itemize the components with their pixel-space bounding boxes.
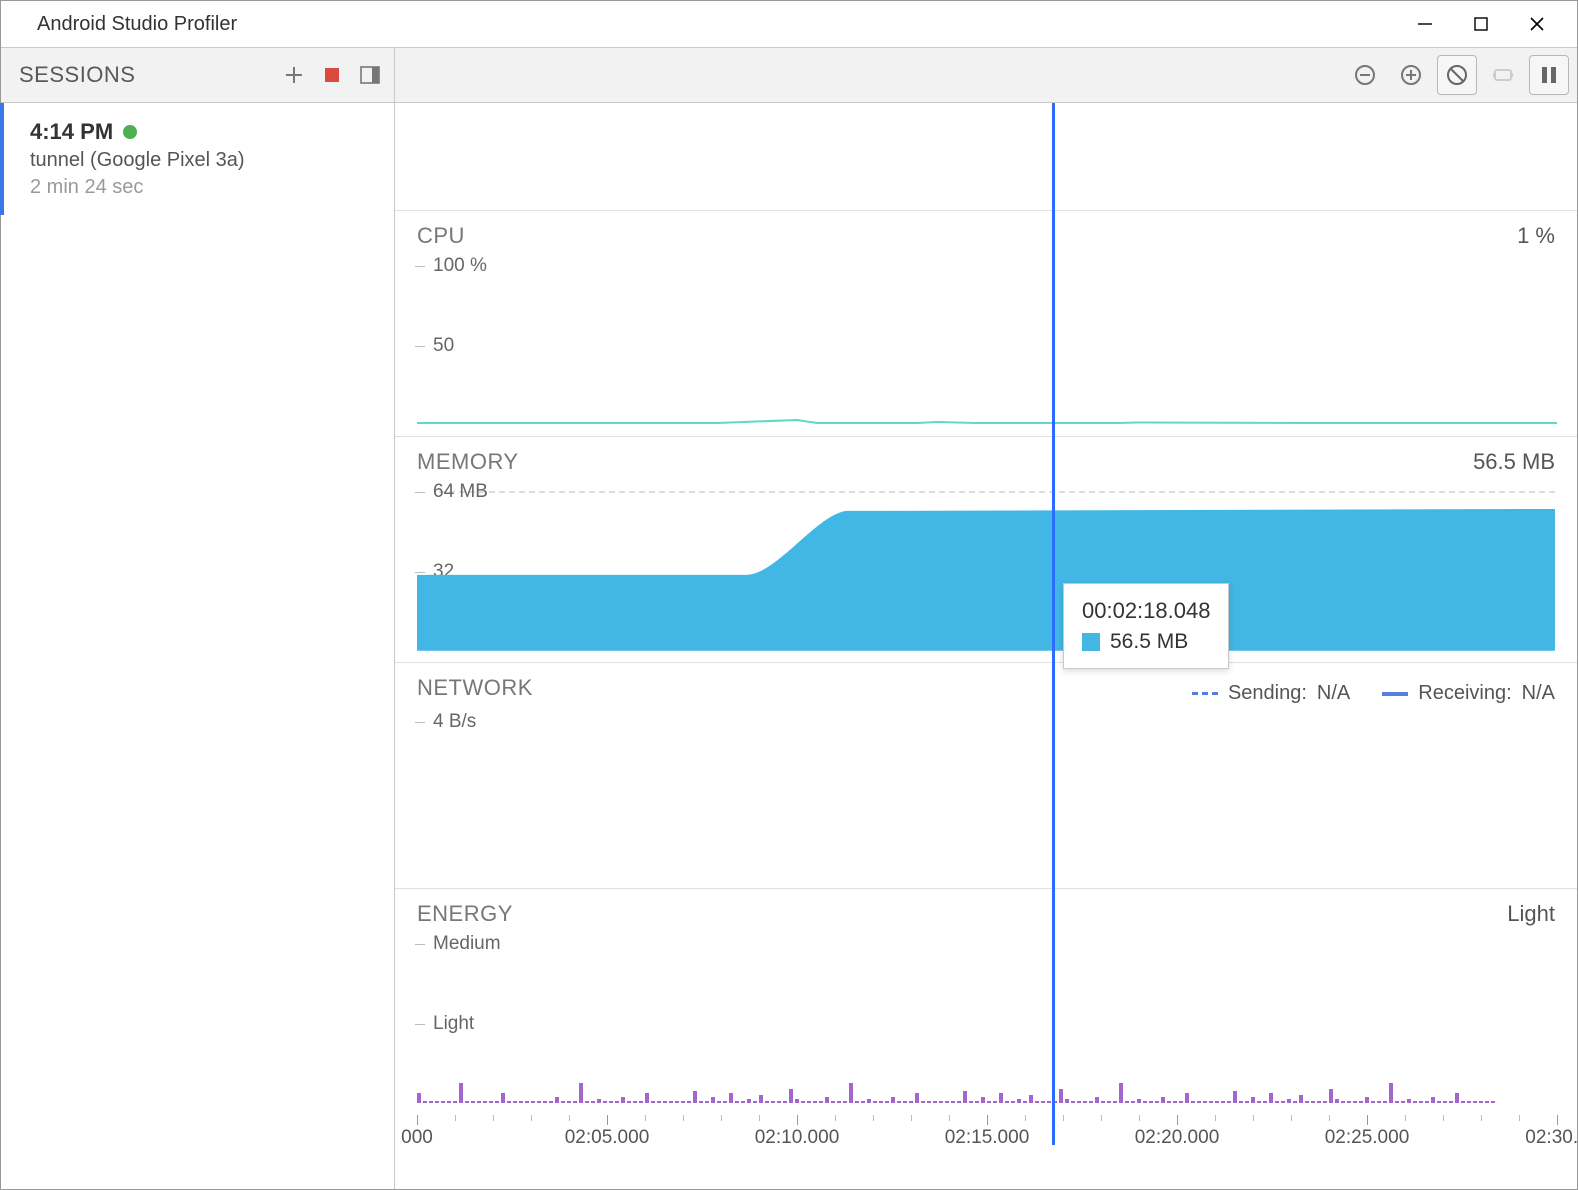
network-legend: Sending: N/A Receiving: N/A [1192,682,1555,705]
tooltip-time: 00:02:18.048 [1082,598,1210,624]
network-sending-value: N/A [1317,682,1350,705]
cpu-ytick-1: 50 [433,335,454,357]
time-label: 02:20.000 [1135,1127,1220,1149]
maximize-button[interactable] [1453,4,1509,44]
stop-session-button[interactable] [320,63,344,87]
cpu-value: 1 % [1517,223,1555,249]
status-dot-icon [123,125,137,139]
energy-title: ENERGY [417,901,1507,927]
playhead[interactable] [1052,103,1055,1145]
sessions-header: SESSIONS [1,47,394,103]
memory-value: 56.5 MB [1473,449,1555,475]
tooltip-value: 56.5 MB [1110,630,1188,654]
memory-tooltip: 00:02:18.048 56.5 MB [1063,583,1229,669]
window-controls [1397,4,1565,44]
time-label: 02:15.000 [945,1127,1030,1149]
close-button[interactable] [1509,4,1565,44]
zoom-selection-button[interactable] [1483,55,1523,95]
titlebar: Android Studio Profiler [1,1,1577,47]
minimize-button[interactable] [1397,4,1453,44]
cpu-title: CPU [417,223,1517,249]
time-label: 000 [401,1127,433,1149]
time-label: 02:10.000 [755,1127,840,1149]
sending-swatch-icon [1192,692,1218,695]
profiler-toolbar [395,47,1577,103]
profiler-content: CPU 1 % 100 % 50 MEMORY 56.5 MB [395,47,1577,1189]
cpu-ytick-0: 100 % [433,255,487,277]
session-item[interactable]: 4:14 PM tunnel (Google Pixel 3a) 2 min 2… [0,103,394,215]
zoom-fit-button[interactable] [1437,55,1477,95]
receiving-swatch-icon [1382,692,1408,696]
network-ytick-0: 4 B/s [433,711,476,733]
energy-ytick-1: Light [433,1013,474,1035]
memory-chart[interactable]: MEMORY 56.5 MB 64 MB 32 [395,437,1577,663]
network-title: NETWORK [417,675,1192,701]
sessions-title: SESSIONS [19,62,282,88]
add-session-button[interactable] [282,63,306,87]
pause-button[interactable] [1529,55,1569,95]
toggle-panel-button[interactable] [358,63,382,87]
network-receiving-value: N/A [1522,682,1555,705]
session-description: tunnel (Google Pixel 3a) [30,149,376,172]
cpu-chart[interactable]: CPU 1 % 100 % 50 [395,211,1577,437]
charts-area[interactable]: CPU 1 % 100 % 50 MEMORY 56.5 MB [395,103,1577,1189]
energy-value: Light [1507,901,1555,927]
network-sending-label: Sending: [1228,682,1307,705]
energy-ytick-0: Medium [433,933,501,955]
time-axis[interactable]: 000 02:05.000 02:10.000 02:15.000 02:20.000 0… [395,1115,1577,1159]
time-label: 02:30.0 [1525,1127,1578,1149]
energy-plot [417,1063,1555,1103]
memory-plot [417,475,1555,651]
session-duration: 2 min 24 sec [30,176,376,199]
memory-title: MEMORY [417,449,1473,475]
network-receiving-label: Receiving: [1418,682,1511,705]
time-label: 02:25.000 [1325,1127,1410,1149]
zoom-in-button[interactable] [1391,55,1431,95]
energy-chart[interactable]: ENERGY Light Medium Light [395,889,1577,1115]
cpu-plot [417,415,1557,425]
tooltip-swatch-icon [1082,633,1100,651]
window-title: Android Studio Profiler [37,13,1397,36]
session-time: 4:14 PM [30,119,113,145]
time-label: 02:05.000 [565,1127,650,1149]
sessions-sidebar: SESSIONS 4:14 PM tunnel (Google Pixel 3a… [1,47,395,1189]
network-chart[interactable]: NETWORK Sending: N/A Receiving: N/A 4 B/… [395,663,1577,889]
zoom-out-button[interactable] [1345,55,1385,95]
